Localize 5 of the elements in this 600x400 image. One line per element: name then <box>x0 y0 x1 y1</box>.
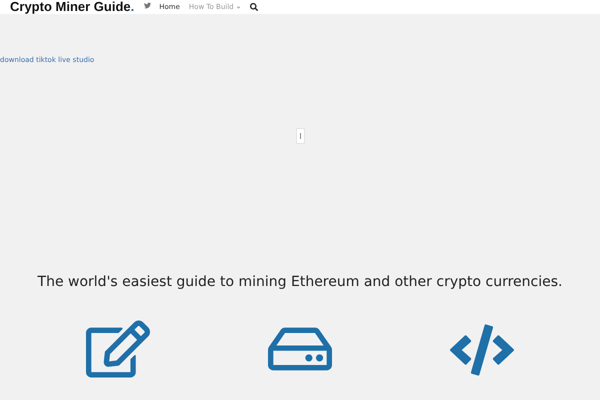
search-icon[interactable] <box>250 3 258 11</box>
site-logo[interactable]: Crypto Miner Guide. <box>10 0 134 14</box>
tagline: The world's easiest guide to mining Ethereum and other crypto currencies. <box>36 274 564 290</box>
bird-icon[interactable] <box>144 2 152 9</box>
loading-widget-icon <box>296 128 304 144</box>
